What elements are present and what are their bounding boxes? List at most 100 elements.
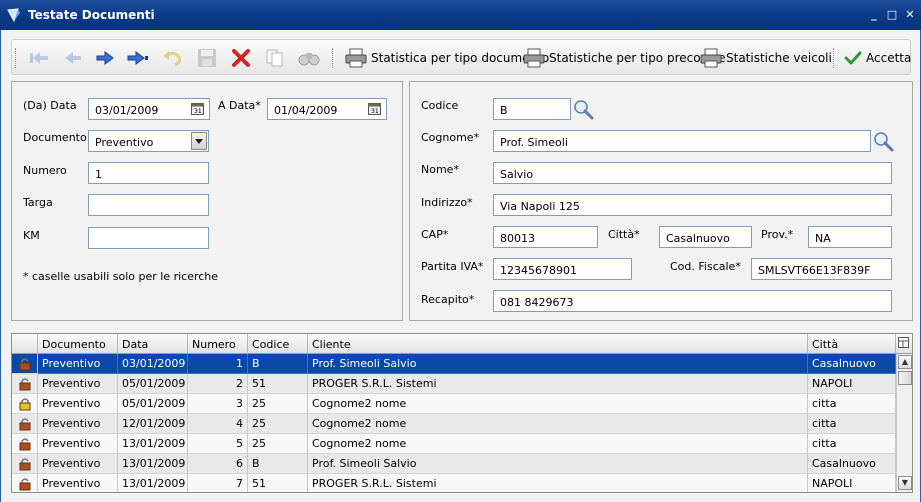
cell-data: 13/01/2009 <box>118 434 188 454</box>
chevron-down-icon[interactable] <box>191 132 207 150</box>
cell-cliente: PROGER S.R.L. Sistemi <box>308 374 808 394</box>
targa-field[interactable] <box>88 194 209 216</box>
lock-open-icon <box>19 438 31 451</box>
cell-data: 05/01/2009 <box>118 374 188 394</box>
column-header[interactable]: Codice <box>248 334 308 354</box>
citta-field[interactable]: Casalnuovo <box>659 226 752 248</box>
vertical-scrollbar[interactable]: ▲ ▼ <box>896 354 912 492</box>
a-data-field[interactable]: 01/04/2009 31 <box>267 98 387 120</box>
codice-field[interactable]: B <box>493 98 571 120</box>
cell-cliente: Prof. Simeoli Salvio <box>308 354 808 374</box>
column-header[interactable]: Città <box>808 334 896 354</box>
cell-cliente: PROGER S.R.L. Sistemi <box>308 474 808 492</box>
cell-codice: 51 <box>248 374 308 394</box>
km-field[interactable] <box>88 227 209 249</box>
undo-button[interactable] <box>159 44 185 72</box>
prov-field[interactable]: NA <box>808 226 892 248</box>
table-row[interactable]: Preventivo 13/01/2009 7 51 PROGER S.R.L. Sis… <box>12 474 896 492</box>
codice-value: B <box>500 104 508 117</box>
previous-record-button[interactable] <box>60 44 86 72</box>
targa-label: Targa <box>23 196 53 209</box>
table-row[interactable]: Preventivo 13/01/2009 6 B Prof. Simeoli Salv… <box>12 454 896 474</box>
last-record-button[interactable] <box>124 44 152 72</box>
nome-field[interactable]: Salvio <box>493 162 892 184</box>
calendar-icon[interactable]: 31 <box>191 103 204 115</box>
stat-precodice-button[interactable]: Statistiche per tipo precodice <box>523 44 726 72</box>
accept-button[interactable]: Accetta <box>844 44 911 72</box>
column-chooser-button[interactable] <box>896 334 912 354</box>
next-record-button[interactable] <box>92 44 118 72</box>
nome-label: Nome* <box>421 163 459 176</box>
documento-select[interactable]: Preventivo <box>88 130 209 152</box>
piva-value: 12345678901 <box>500 264 577 277</box>
cell-documento: Preventivo <box>38 454 118 474</box>
search-icon[interactable] <box>572 98 594 120</box>
find-button[interactable] <box>296 44 322 72</box>
indirizzo-value: Via Napoli 125 <box>500 200 580 213</box>
table-row[interactable]: Preventivo 12/01/2009 4 25 Cognome2 nome citt… <box>12 414 896 434</box>
scroll-down-icon[interactable]: ▼ <box>898 476 912 490</box>
stat-veicoli-button[interactable]: Statistiche veicoli <box>700 44 832 72</box>
codfisc-label: Cod. Fiscale* <box>670 260 741 273</box>
cell-codice: 51 <box>248 474 308 492</box>
column-header[interactable]: Documento <box>38 334 118 354</box>
printer-icon <box>345 48 367 68</box>
table-row[interactable]: Preventivo 05/01/2009 3 25 Cognome2 nome citt… <box>12 394 896 414</box>
table-row[interactable]: Preventivo 13/01/2009 5 25 Cognome2 nome citt… <box>12 434 896 454</box>
checkmark-icon <box>844 51 862 65</box>
column-header[interactable]: Cliente <box>308 334 808 354</box>
cap-field[interactable]: 80013 <box>493 226 598 248</box>
row-lock-cell <box>12 434 38 454</box>
find-icon <box>298 53 320 66</box>
scroll-up-icon[interactable]: ▲ <box>898 355 912 369</box>
numero-field[interactable]: 1 <box>88 162 209 184</box>
cell-documento: Preventivo <box>38 414 118 434</box>
stat-documento-button[interactable]: Statistica per tipo documento <box>345 44 549 72</box>
undo-icon <box>163 51 181 67</box>
lock-open-icon <box>19 358 31 371</box>
codfisc-field[interactable]: SMLSVT66E13F839F <box>751 258 892 280</box>
table-row[interactable]: Preventivo 03/01/2009 1 B Prof. Simeoli Salv… <box>12 354 896 374</box>
da-data-label: (Da) Data <box>23 99 77 112</box>
cell-cliente: Prof. Simeoli Salvio <box>308 454 808 474</box>
cognome-field[interactable]: Prof. Simeoli <box>493 130 871 152</box>
numero-value: 1 <box>95 168 102 181</box>
recapito-field[interactable]: 081 8429673 <box>493 290 892 312</box>
svg-text:31: 31 <box>194 108 202 115</box>
search-icon[interactable] <box>872 130 894 152</box>
indirizzo-field[interactable]: Via Napoli 125 <box>493 194 892 216</box>
scroll-thumb[interactable] <box>898 371 912 385</box>
cell-cliente: Cognome2 nome <box>308 414 808 434</box>
cell-data: 13/01/2009 <box>118 454 188 474</box>
minimize-button[interactable]: _ <box>868 9 880 21</box>
documents-grid: Documento Data Numero Codice Cliente Cit… <box>11 333 913 493</box>
copy-button[interactable] <box>262 44 288 72</box>
title-bar[interactable]: Testate Documenti _ □ ✕ <box>0 0 921 30</box>
a-data-label: A Data* <box>218 99 261 112</box>
cell-codice: 25 <box>248 394 308 414</box>
column-header[interactable]: Data <box>118 334 188 354</box>
next-record-icon <box>96 51 114 65</box>
calendar-icon[interactable]: 31 <box>368 103 381 115</box>
piva-label: Partita IVA* <box>421 260 484 273</box>
cell-codice: B <box>248 354 308 374</box>
numero-label: Numero <box>23 164 67 177</box>
first-record-button[interactable] <box>26 44 52 72</box>
da-data-field[interactable]: 03/01/2009 31 <box>88 98 210 120</box>
save-button[interactable] <box>194 44 220 72</box>
cell-cliente: Cognome2 nome <box>308 434 808 454</box>
cell-citta: Casalnuovo <box>808 354 896 374</box>
table-row[interactable]: Preventivo 05/01/2009 2 51 PROGER S.R.L. Sis… <box>12 374 896 394</box>
search-note: * caselle usabili solo per le ricerche <box>23 270 219 283</box>
piva-field[interactable]: 12345678901 <box>493 258 632 280</box>
maximize-button[interactable]: □ <box>886 9 898 21</box>
toolbar-grip[interactable] <box>15 48 18 68</box>
cell-documento: Preventivo <box>38 434 118 454</box>
printer-icon <box>700 48 722 68</box>
column-header[interactable]: Numero <box>188 334 248 354</box>
close-button[interactable]: ✕ <box>904 9 916 21</box>
row-lock-cell <box>12 414 38 434</box>
printer-icon <box>523 48 545 68</box>
delete-button[interactable] <box>228 44 254 72</box>
previous-record-icon <box>65 52 81 64</box>
